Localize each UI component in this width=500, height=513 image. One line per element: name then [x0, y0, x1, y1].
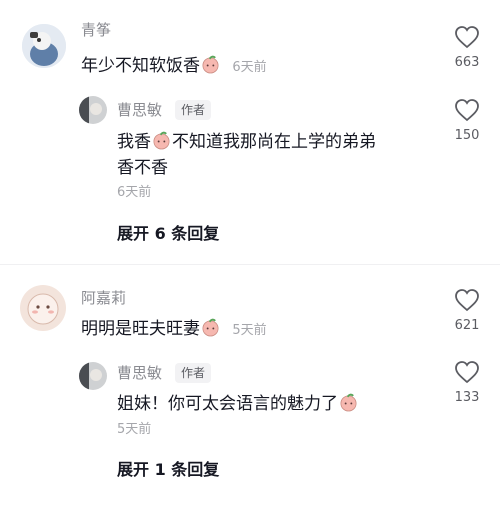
like-count: 621 — [454, 318, 480, 333]
comment-text: 明明是旺夫旺妻 5天前 — [81, 315, 267, 345]
comment-author[interactable]: 青筝 — [81, 19, 111, 40]
reply-text: 姐妹！你可太会语言的魅力了 — [117, 390, 359, 419]
comment-text-content: 明明是旺夫旺妻 — [81, 319, 200, 339]
reply-text: 我香 不知道我那尚在上学的弟弟 — [117, 128, 376, 157]
reply-text-content: 姐妹！你可太会语言的魅力了 — [117, 394, 338, 414]
reply-time: 5天前 — [117, 422, 152, 437]
reply-text-content: 我香 — [117, 132, 151, 152]
like-count: 663 — [454, 55, 480, 70]
peach-emoji-icon — [153, 131, 170, 150]
comment-author[interactable]: 阿嘉莉 — [81, 287, 126, 308]
reply-text-content: 不知道我那尚在上学的弟弟 — [172, 132, 376, 152]
peach-emoji-icon — [340, 393, 357, 412]
reply-text-line2: 香不香 — [117, 158, 168, 178]
peach-emoji-icon — [202, 55, 219, 74]
like-button[interactable]: 150 — [447, 98, 487, 143]
like-count: 150 — [454, 128, 480, 143]
expand-replies-button[interactable]: 展开 1 条回复 — [117, 456, 219, 480]
like-count: 133 — [454, 390, 480, 405]
heart-outline-icon — [455, 289, 479, 312]
comment-text: 年少不知软饭香 6天前 — [81, 52, 267, 82]
heart-outline-icon — [455, 26, 479, 49]
like-button[interactable]: 663 — [447, 25, 487, 70]
comment-time: 5天前 — [232, 323, 267, 338]
avatar-image — [22, 24, 66, 68]
like-button[interactable]: 621 — [447, 288, 487, 333]
peach-emoji-icon — [202, 318, 219, 337]
avatar-caosimin[interactable] — [79, 362, 107, 390]
avatar-image — [79, 362, 107, 390]
avatar-caosimin[interactable] — [79, 96, 107, 124]
heart-outline-icon — [455, 361, 479, 384]
divider — [0, 264, 500, 265]
author-badge: 作者 — [175, 363, 212, 383]
expand-replies-button[interactable]: 展开 6 条回复 — [117, 220, 219, 244]
comment-time: 6天前 — [232, 60, 267, 75]
author-badge: 作者 — [175, 100, 212, 120]
reply-author[interactable]: 曹思敏 — [117, 99, 162, 120]
comment-text-content: 年少不知软饭香 — [81, 56, 200, 76]
avatar-image — [20, 285, 66, 331]
avatar-qingzheng[interactable] — [22, 24, 66, 68]
like-button[interactable]: 133 — [447, 360, 487, 405]
reply-author[interactable]: 曹思敏 — [117, 362, 162, 383]
avatar-image — [79, 96, 107, 124]
reply-time: 6天前 — [117, 185, 152, 200]
heart-outline-icon — [455, 99, 479, 122]
avatar-ajiali[interactable] — [20, 285, 66, 331]
